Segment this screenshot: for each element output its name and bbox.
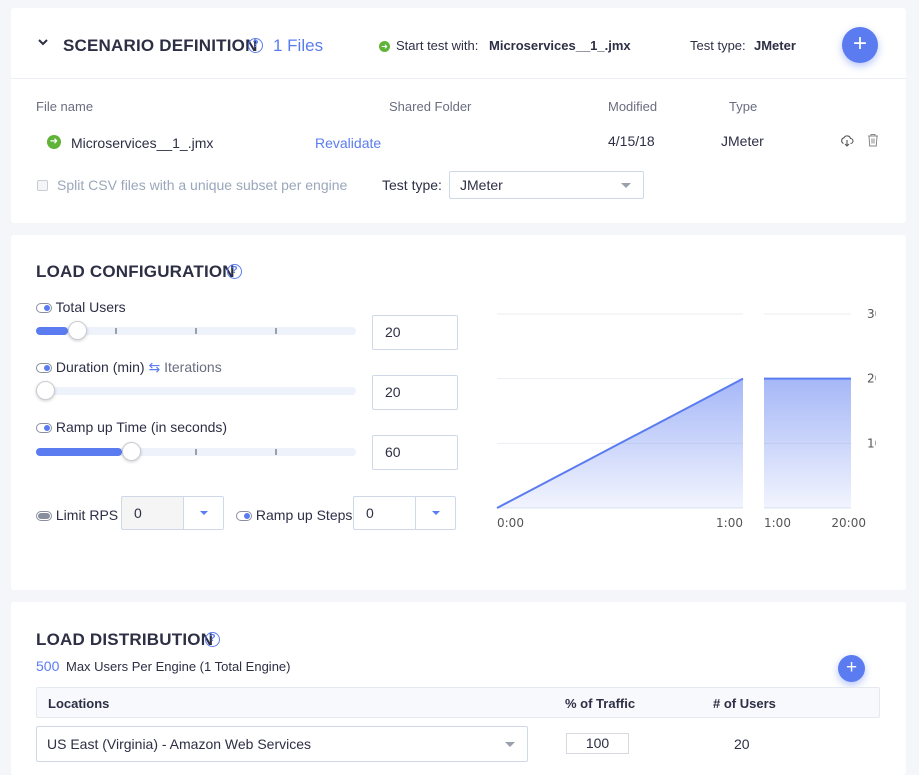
ramp-steps-toggle-label: Ramp up Steps [236, 507, 352, 523]
col-users: # of Users [713, 696, 776, 711]
ramp-up-label: Ramp up Time (in seconds) [55, 419, 228, 435]
collapse-chevron-icon[interactable] [37, 35, 49, 53]
col-traffic: % of Traffic [565, 696, 636, 711]
ramp-steps-label: Ramp up Steps [255, 507, 353, 523]
add-location-button[interactable]: + [838, 655, 865, 682]
slider-tick [275, 449, 277, 455]
duration-slider[interactable] [36, 381, 356, 400]
duration-toggle-label: Duration (min) ⇆ Iterations [36, 359, 222, 376]
y-tick-label: 10 [867, 436, 876, 450]
swap-icon[interactable]: ⇆ [148, 359, 160, 375]
start-test-file: Microservices__1_.jmx [489, 38, 631, 53]
ramp-steps-value[interactable]: 0 [354, 497, 374, 529]
chevron-down-icon [505, 742, 515, 747]
total-users-label: Total Users [55, 299, 126, 315]
locations-table-header: Locations % of Traffic # of Users [36, 687, 880, 718]
duration-label: Duration (min) [55, 359, 145, 375]
total-users-input[interactable]: 20 [372, 315, 458, 350]
start-arrow-icon: ➜ [379, 41, 390, 52]
area-steady [764, 378, 851, 508]
slider-tick [115, 328, 117, 334]
scenario-definition-card: SCENARIO DEFINITION ? 1 Files ➜ Start te… [11, 8, 906, 223]
slider-thumb[interactable] [122, 442, 142, 461]
toggle-icon[interactable] [36, 423, 52, 434]
x-tick-label: 1:00 [716, 516, 743, 530]
slider-tick [195, 449, 197, 455]
split-csv-label: Split CSV files with a unique subset per… [57, 177, 348, 193]
file-type: JMeter [721, 133, 764, 149]
users-count: 20 [734, 736, 750, 752]
y-tick-label: 30 [867, 307, 876, 321]
file-name[interactable]: Microservices__1_.jmx [71, 135, 213, 151]
add-file-button[interactable]: + [842, 27, 878, 63]
col-file-name: File name [36, 99, 94, 114]
limit-rps-label: Limit RPS [55, 507, 119, 523]
iterations-link[interactable]: Iterations [164, 359, 222, 375]
location-select[interactable]: US East (Virginia) - Amazon Web Services [36, 726, 528, 762]
scenario-title: SCENARIO DEFINITION [63, 36, 258, 55]
col-modified: Modified [608, 99, 658, 114]
divider [11, 78, 906, 79]
location-value: US East (Virginia) - Amazon Web Services [47, 736, 312, 752]
load-config-title: LOAD CONFIGURATION [36, 262, 235, 281]
max-users-value: 500 [36, 658, 60, 674]
traffic-input[interactable]: 100 [566, 733, 629, 754]
trash-icon[interactable] [867, 133, 879, 152]
ramp-up-input[interactable]: 60 [372, 435, 458, 470]
load-distribution-card: LOAD DISTRIBUTION ? 500 Max Users Per En… [11, 602, 906, 775]
chevron-down-icon[interactable] [415, 497, 455, 529]
x-tick-label: 0:00 [497, 516, 524, 530]
toggle-icon[interactable] [236, 511, 252, 522]
limit-rps-combo[interactable]: 0 [121, 496, 224, 530]
ramp-up-slider[interactable] [36, 442, 356, 461]
toggle-icon[interactable] [36, 363, 52, 374]
total-users-slider[interactable] [36, 321, 356, 340]
total-users-toggle-label: Total Users [36, 299, 126, 315]
col-type: Type [729, 99, 758, 114]
y-tick-label: 20 [867, 372, 876, 386]
file-modified: 4/15/18 [608, 133, 655, 149]
slider-tick [275, 328, 277, 334]
slider-fill [36, 448, 123, 456]
limit-rps-toggle-label: Limit RPS [36, 507, 118, 523]
x-tick-label: 20:00 [831, 516, 866, 530]
col-shared-folder: Shared Folder [389, 99, 472, 114]
chevron-down-icon[interactable] [183, 497, 223, 529]
split-csv-checkbox[interactable] [37, 180, 48, 191]
x-tick-label: 1:00 [764, 516, 791, 530]
start-test-label: Start test with: [396, 38, 479, 53]
max-users-text: Max Users Per Engine (1 Total Engine) [66, 659, 291, 674]
revalidate-link[interactable]: Revalidate [315, 135, 381, 151]
file-status-icon: ➜ [47, 135, 61, 149]
help-icon[interactable]: ? [205, 632, 220, 647]
load-dist-title: LOAD DISTRIBUTION [36, 630, 214, 649]
test-type-label: Test type: [690, 38, 746, 53]
limit-rps-value[interactable]: 0 [122, 497, 142, 529]
download-cloud-icon[interactable] [840, 134, 854, 153]
test-type-select-label: Test type: [382, 177, 442, 193]
load-configuration-card: LOAD CONFIGURATION ? Total Users 20 Dura… [11, 235, 906, 590]
slider-fill [36, 327, 68, 335]
load-chart: 30 20 10 0:00 1:00 1:00 20:00 [496, 307, 876, 530]
help-icon[interactable]: ? [227, 264, 242, 279]
test-type-select[interactable]: JMeter [449, 171, 644, 199]
slider-thumb[interactable] [68, 321, 87, 340]
duration-input[interactable]: 20 [372, 375, 458, 410]
chevron-down-icon [621, 183, 631, 188]
toggle-icon[interactable] [36, 511, 52, 522]
ramp-steps-combo[interactable]: 0 [353, 496, 456, 530]
help-icon[interactable]: ? [248, 38, 263, 53]
ramp-toggle-label: Ramp up Time (in seconds) [36, 419, 227, 435]
col-locations: Locations [48, 696, 110, 711]
slider-thumb[interactable] [36, 381, 55, 400]
test-type-select-value: JMeter [460, 177, 503, 193]
toggle-icon[interactable] [36, 303, 52, 314]
slider-tick [195, 328, 197, 334]
files-count-link[interactable]: 1 Files [273, 36, 323, 56]
test-type-value: JMeter [754, 38, 796, 53]
